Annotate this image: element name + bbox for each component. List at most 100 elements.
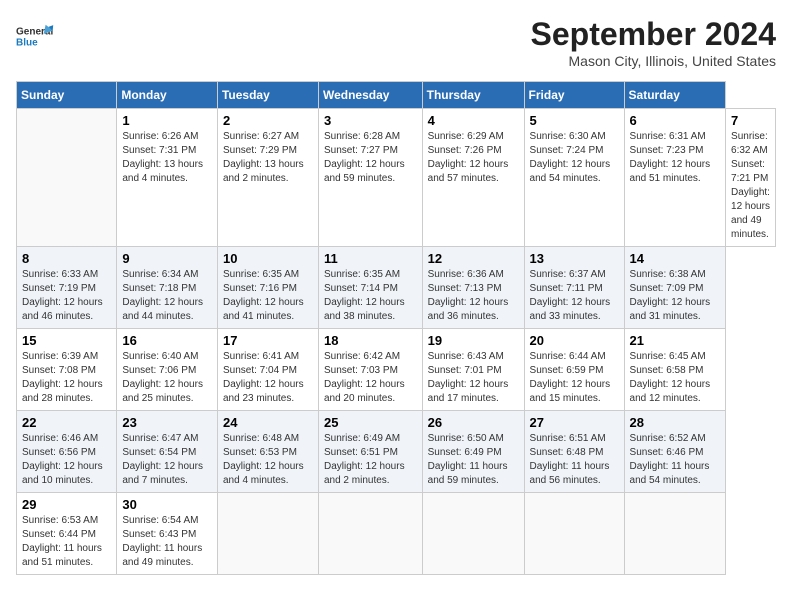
day-number: 24 (223, 415, 313, 430)
day-number: 13 (530, 251, 619, 266)
month-title: September 2024 (531, 16, 776, 53)
day-info: Sunrise: 6:33 AMSunset: 7:19 PMDaylight:… (22, 268, 111, 324)
day-number: 8 (22, 251, 111, 266)
day-number: 3 (324, 113, 417, 128)
calendar-cell (422, 493, 524, 575)
day-number: 5 (530, 113, 619, 128)
calendar-cell: 26 Sunrise: 6:50 AMSunset: 6:49 PMDayligh… (422, 411, 524, 493)
day-info: Sunrise: 6:49 AMSunset: 6:51 PMDaylight:… (324, 432, 417, 488)
logo: General Blue (16, 16, 56, 56)
calendar-cell: 12 Sunrise: 6:36 AMSunset: 7:13 PMDayligh… (422, 247, 524, 329)
day-info: Sunrise: 6:52 AMSunset: 6:46 PMDaylight:… (630, 432, 721, 488)
calendar-cell: 29 Sunrise: 6:53 AMSunset: 6:44 PMDayligh… (17, 493, 117, 575)
day-number: 11 (324, 251, 417, 266)
calendar-cell: 11 Sunrise: 6:35 AMSunset: 7:14 PMDayligh… (318, 247, 422, 329)
calendar-cell: 18 Sunrise: 6:42 AMSunset: 7:03 PMDayligh… (318, 329, 422, 411)
calendar-header-row: SundayMondayTuesdayWednesdayThursdayFrid… (17, 82, 776, 109)
column-header-saturday: Saturday (624, 82, 726, 109)
calendar-cell: 22Sunrise: 6:46 AMSunset: 6:56 PMDayligh… (17, 411, 117, 493)
day-info: Sunrise: 6:44 AMSunset: 6:59 PMDaylight:… (530, 350, 619, 406)
day-number: 26 (428, 415, 519, 430)
column-header-monday: Monday (117, 82, 218, 109)
day-number: 19 (428, 333, 519, 348)
logo-svg: General Blue (16, 16, 56, 56)
calendar-cell: 27Sunrise: 6:51 AMSunset: 6:48 PMDayligh… (524, 411, 624, 493)
calendar-week-4: 22Sunrise: 6:46 AMSunset: 6:56 PMDayligh… (17, 411, 776, 493)
day-info: Sunrise: 6:43 AMSunset: 7:01 PMDaylight:… (428, 350, 519, 406)
day-info: Sunrise: 6:40 AMSunset: 7:06 PMDaylight:… (122, 350, 212, 406)
calendar-week-1: 1 Sunrise: 6:26 AMSunset: 7:31 PMDaylight… (17, 109, 776, 247)
calendar-week-3: 15Sunrise: 6:39 AMSunset: 7:08 PMDayligh… (17, 329, 776, 411)
calendar-cell: 21Sunrise: 6:45 AMSunset: 6:58 PMDayligh… (624, 329, 726, 411)
day-number: 27 (530, 415, 619, 430)
day-number: 16 (122, 333, 212, 348)
day-number: 29 (22, 497, 111, 512)
calendar-cell: 25 Sunrise: 6:49 AMSunset: 6:51 PMDayligh… (318, 411, 422, 493)
calendar-cell: 3 Sunrise: 6:28 AMSunset: 7:27 PMDaylight… (318, 109, 422, 247)
day-info: Sunrise: 6:54 AMSunset: 6:43 PMDaylight:… (122, 514, 212, 570)
page-header: General Blue September 2024 Mason City, … (16, 16, 776, 69)
day-number: 17 (223, 333, 313, 348)
calendar-cell (318, 493, 422, 575)
day-number: 12 (428, 251, 519, 266)
day-info: Sunrise: 6:35 AMSunset: 7:16 PMDaylight:… (223, 268, 313, 324)
calendar-cell: 14 Sunrise: 6:38 AMSunset: 7:09 PMDayligh… (624, 247, 726, 329)
title-block: September 2024 Mason City, Illinois, Uni… (531, 16, 776, 69)
day-number: 1 (122, 113, 212, 128)
calendar-cell: 20 Sunrise: 6:44 AMSunset: 6:59 PMDayligh… (524, 329, 624, 411)
calendar-cell: 19 Sunrise: 6:43 AMSunset: 7:01 PMDayligh… (422, 329, 524, 411)
calendar-cell: 8 Sunrise: 6:33 AMSunset: 7:19 PMDaylight… (17, 247, 117, 329)
calendar-cell: 2 Sunrise: 6:27 AMSunset: 7:29 PMDaylight… (217, 109, 318, 247)
calendar-week-2: 8 Sunrise: 6:33 AMSunset: 7:19 PMDaylight… (17, 247, 776, 329)
day-number: 18 (324, 333, 417, 348)
column-header-tuesday: Tuesday (217, 82, 318, 109)
day-info: Sunrise: 6:41 AMSunset: 7:04 PMDaylight:… (223, 350, 313, 406)
day-info: Sunrise: 6:36 AMSunset: 7:13 PMDaylight:… (428, 268, 519, 324)
day-number: 28 (630, 415, 721, 430)
day-number: 23 (122, 415, 212, 430)
location: Mason City, Illinois, United States (531, 53, 776, 69)
day-number: 15 (22, 333, 111, 348)
calendar-cell: 15Sunrise: 6:39 AMSunset: 7:08 PMDayligh… (17, 329, 117, 411)
day-info: Sunrise: 6:31 AMSunset: 7:23 PMDaylight:… (630, 130, 721, 186)
calendar-cell: 7 Sunrise: 6:32 AMSunset: 7:21 PMDaylight… (726, 109, 776, 247)
day-number: 6 (630, 113, 721, 128)
day-info: Sunrise: 6:34 AMSunset: 7:18 PMDaylight:… (122, 268, 212, 324)
day-number: 7 (731, 113, 770, 128)
day-info: Sunrise: 6:28 AMSunset: 7:27 PMDaylight:… (324, 130, 417, 186)
day-info: Sunrise: 6:29 AMSunset: 7:26 PMDaylight:… (428, 130, 519, 186)
day-info: Sunrise: 6:26 AMSunset: 7:31 PMDaylight:… (122, 130, 212, 186)
calendar-cell: 24Sunrise: 6:48 AMSunset: 6:53 PMDayligh… (217, 411, 318, 493)
day-info: Sunrise: 6:38 AMSunset: 7:09 PMDaylight:… (630, 268, 721, 324)
day-number: 2 (223, 113, 313, 128)
day-number: 21 (630, 333, 721, 348)
day-number: 25 (324, 415, 417, 430)
day-number: 22 (22, 415, 111, 430)
calendar-cell: 6 Sunrise: 6:31 AMSunset: 7:23 PMDaylight… (624, 109, 726, 247)
calendar-cell (624, 493, 726, 575)
day-info: Sunrise: 6:50 AMSunset: 6:49 PMDaylight:… (428, 432, 519, 488)
calendar-cell: 30 Sunrise: 6:54 AMSunset: 6:43 PMDayligh… (117, 493, 218, 575)
day-info: Sunrise: 6:27 AMSunset: 7:29 PMDaylight:… (223, 130, 313, 186)
calendar-table: SundayMondayTuesdayWednesdayThursdayFrid… (16, 81, 776, 575)
day-number: 30 (122, 497, 212, 512)
day-info: Sunrise: 6:47 AMSunset: 6:54 PMDaylight:… (122, 432, 212, 488)
calendar-cell: 28 Sunrise: 6:52 AMSunset: 6:46 PMDayligh… (624, 411, 726, 493)
calendar-cell: 17 Sunrise: 6:41 AMSunset: 7:04 PMDayligh… (217, 329, 318, 411)
day-info: Sunrise: 6:32 AMSunset: 7:21 PMDaylight:… (731, 130, 770, 242)
calendar-cell: 10 Sunrise: 6:35 AMSunset: 7:16 PMDayligh… (217, 247, 318, 329)
day-info: Sunrise: 6:35 AMSunset: 7:14 PMDaylight:… (324, 268, 417, 324)
day-info: Sunrise: 6:53 AMSunset: 6:44 PMDaylight:… (22, 514, 111, 570)
day-number: 14 (630, 251, 721, 266)
day-number: 9 (122, 251, 212, 266)
calendar-cell (524, 493, 624, 575)
calendar-cell: 4 Sunrise: 6:29 AMSunset: 7:26 PMDaylight… (422, 109, 524, 247)
day-info: Sunrise: 6:42 AMSunset: 7:03 PMDaylight:… (324, 350, 417, 406)
calendar-cell: 13Sunrise: 6:37 AMSunset: 7:11 PMDayligh… (524, 247, 624, 329)
day-number: 4 (428, 113, 519, 128)
day-number: 20 (530, 333, 619, 348)
calendar-week-5: 29 Sunrise: 6:53 AMSunset: 6:44 PMDayligh… (17, 493, 776, 575)
column-header-wednesday: Wednesday (318, 82, 422, 109)
day-number: 10 (223, 251, 313, 266)
svg-text:Blue: Blue (16, 38, 38, 49)
